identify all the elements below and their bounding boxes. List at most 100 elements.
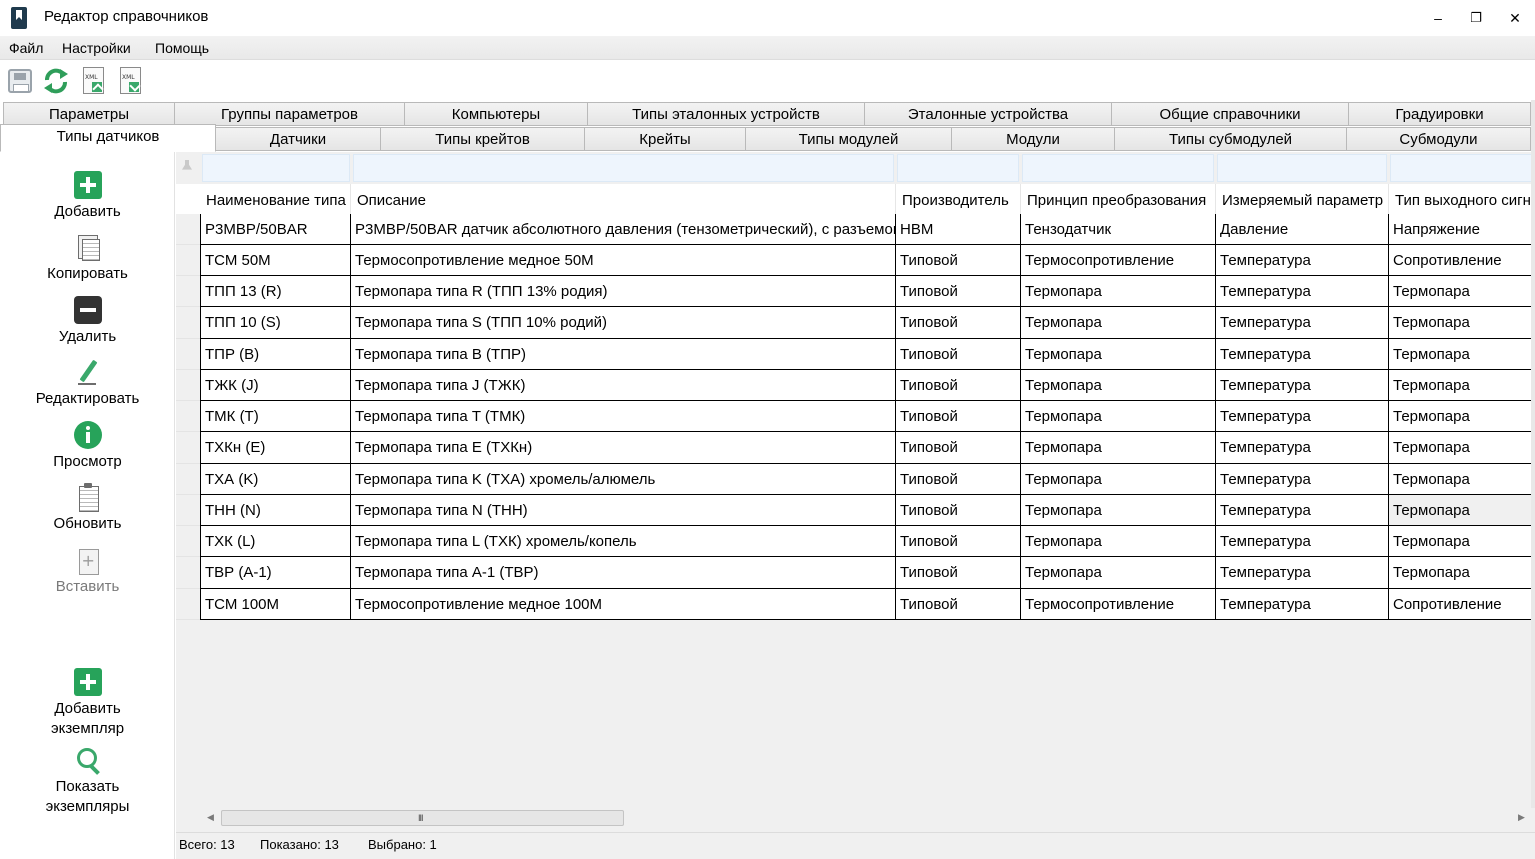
table-cell[interactable]: ТХКн (E) xyxy=(200,432,351,464)
table-cell[interactable]: Термопара типа K (ТХА) хромель/алюмель xyxy=(351,464,896,495)
paste-button[interactable]: Вставить xyxy=(0,546,175,597)
xml-export-button[interactable]: XML xyxy=(80,66,108,96)
column-header[interactable]: Измеряемый параметр xyxy=(1216,184,1389,214)
tab-parameter-groups[interactable]: Группы параметров xyxy=(174,102,405,126)
table-cell[interactable]: P3MBP/50BAR xyxy=(200,214,351,245)
tab-sensors[interactable]: Датчики xyxy=(215,127,381,151)
table-cell[interactable]: Температура xyxy=(1216,557,1389,589)
table-cell[interactable]: Температура xyxy=(1216,589,1389,620)
clear-filter-icon[interactable] xyxy=(180,160,194,174)
filter-output-type[interactable] xyxy=(1390,154,1535,182)
horizontal-scrollbar[interactable]: ◀ III ▶ xyxy=(200,808,1535,828)
maximize-button[interactable]: ❐ xyxy=(1461,4,1491,32)
table-cell[interactable]: HBM xyxy=(896,214,1021,245)
table-row[interactable]: ТПП 10 (S) Термопара типа S (ТПП 10% роди… xyxy=(176,307,1535,339)
save-button[interactable] xyxy=(6,66,34,96)
table-cell[interactable]: Термопара xyxy=(1389,557,1535,589)
filter-name[interactable] xyxy=(202,154,350,182)
table-cell[interactable]: Температура xyxy=(1216,526,1389,557)
tab-calibrations[interactable]: Градуировки xyxy=(1348,102,1531,126)
table-cell[interactable]: ТВР (A-1) xyxy=(200,557,351,589)
table-cell[interactable]: Термопара xyxy=(1021,401,1216,432)
tab-reference-device-types[interactable]: Типы эталонных устройств xyxy=(587,102,865,126)
tab-modules[interactable]: Модули xyxy=(951,127,1115,151)
table-row[interactable]: ТХК (L) Термопара типа L (ТХК) хромель/ко… xyxy=(176,526,1535,557)
table-cell[interactable]: Типовой xyxy=(896,464,1021,495)
table-cell[interactable]: ТНН (N) xyxy=(200,495,351,526)
table-cell[interactable]: ТПП 13 (R) xyxy=(200,276,351,307)
tab-computers[interactable]: Компьютеры xyxy=(404,102,588,126)
row-header[interactable] xyxy=(176,276,200,307)
table-cell[interactable]: Напряжение xyxy=(1389,214,1535,245)
table-cell[interactable]: Термопара xyxy=(1021,432,1216,464)
table-cell[interactable]: Термопара типа S (ТПП 10% родий) xyxy=(351,307,896,339)
edit-button[interactable]: Редактировать xyxy=(0,358,175,409)
filter-description[interactable] xyxy=(353,154,894,182)
row-header[interactable] xyxy=(176,245,200,276)
table-cell[interactable]: P3MBP/50BAR датчик абсолютного давления … xyxy=(351,214,896,245)
table-cell[interactable]: Температура xyxy=(1216,495,1389,526)
row-header[interactable] xyxy=(176,370,200,401)
table-cell[interactable]: ТЖК (J) xyxy=(200,370,351,401)
table-cell[interactable]: Термопара xyxy=(1389,432,1535,464)
table-row[interactable]: ТСМ 100М Термосопротивление медное 100М Ти… xyxy=(176,589,1535,620)
table-cell[interactable]: Типовой xyxy=(896,245,1021,276)
filter-parameter[interactable] xyxy=(1217,154,1387,182)
table-cell[interactable]: Термопара xyxy=(1021,526,1216,557)
table-cell[interactable]: Термосопротивление медное 100М xyxy=(351,589,896,620)
filter-manufacturer[interactable] xyxy=(897,154,1019,182)
table-cell[interactable]: Типовой xyxy=(896,526,1021,557)
table-cell[interactable]: Термосопротивление медное 50М xyxy=(351,245,896,276)
table-cell[interactable]: Термопара типа N (ТНН) xyxy=(351,495,896,526)
table-cell[interactable]: Температура xyxy=(1216,307,1389,339)
table-cell[interactable]: Термопара типа R (ТПП 13% родия) xyxy=(351,276,896,307)
view-button[interactable]: Просмотр xyxy=(0,421,175,472)
refresh-list-button[interactable]: Обновить xyxy=(0,483,175,534)
menu-file[interactable]: Файл xyxy=(9,40,43,56)
minimize-button[interactable]: – xyxy=(1423,4,1453,32)
table-row[interactable]: ТЖК (J) Термопара типа J (ТЖК) Типовой Терм… xyxy=(176,370,1535,401)
tab-crate-types[interactable]: Типы крейтов xyxy=(380,127,585,151)
table-cell[interactable]: Типовой xyxy=(896,307,1021,339)
close-button[interactable]: ✕ xyxy=(1500,4,1530,32)
table-cell[interactable]: Типовой xyxy=(896,370,1021,401)
table-cell[interactable]: Типовой xyxy=(896,557,1021,589)
xml-import-button[interactable]: XML xyxy=(117,66,145,96)
table-row[interactable]: ТПП 13 (R) Термопара типа R (ТПП 13% роди… xyxy=(176,276,1535,307)
table-cell[interactable]: Термопара xyxy=(1389,495,1535,526)
add-button[interactable]: Добавить xyxy=(0,171,175,222)
table-cell[interactable]: ТХК (L) xyxy=(200,526,351,557)
menu-settings[interactable]: Настройки xyxy=(62,40,131,56)
tab-submodules[interactable]: Субмодули xyxy=(1346,127,1531,151)
table-cell[interactable]: Термопара xyxy=(1021,307,1216,339)
table-row[interactable]: ТСМ 50М Термосопротивление медное 50М Типо… xyxy=(176,245,1535,276)
table-cell[interactable]: Температура xyxy=(1216,245,1389,276)
row-header[interactable] xyxy=(176,432,200,464)
tab-common-references[interactable]: Общие справочники xyxy=(1111,102,1349,126)
row-header[interactable] xyxy=(176,589,200,620)
table-cell[interactable]: ТСМ 50М xyxy=(200,245,351,276)
add-instance-button[interactable]: Добавить экземпляр xyxy=(0,668,175,739)
row-header[interactable] xyxy=(176,401,200,432)
tab-submodule-types[interactable]: Типы субмодулей xyxy=(1114,127,1347,151)
table-cell[interactable]: Термопара типа A-1 (ТВР) xyxy=(351,557,896,589)
table-cell[interactable]: Температура xyxy=(1216,370,1389,401)
table-cell[interactable]: Термосопротивление xyxy=(1021,245,1216,276)
column-header[interactable]: Наименование типа xyxy=(200,184,351,214)
table-cell[interactable]: Температура xyxy=(1216,339,1389,370)
row-header[interactable] xyxy=(176,307,200,339)
column-header[interactable]: Описание xyxy=(351,184,896,214)
table-cell[interactable]: ТПП 10 (S) xyxy=(200,307,351,339)
table-cell[interactable]: ТПР (B) xyxy=(200,339,351,370)
table-row[interactable]: P3MBP/50BAR P3MBP/50BAR датчик абсолютног… xyxy=(176,214,1535,245)
table-cell[interactable]: Термопара xyxy=(1021,495,1216,526)
table-cell[interactable]: Термопара xyxy=(1021,276,1216,307)
table-cell[interactable]: Сопротивление xyxy=(1389,245,1535,276)
table-row[interactable]: ТНН (N) Термопара типа N (ТНН) Типовой Терм… xyxy=(176,495,1535,526)
scroll-thumb[interactable]: III xyxy=(221,810,624,826)
table-cell[interactable]: Типовой xyxy=(896,401,1021,432)
menu-help[interactable]: Помощь xyxy=(155,40,209,56)
table-cell[interactable]: Термопара xyxy=(1389,276,1535,307)
scroll-right-icon[interactable]: ▶ xyxy=(1518,812,1525,823)
table-cell[interactable]: Типовой xyxy=(896,339,1021,370)
